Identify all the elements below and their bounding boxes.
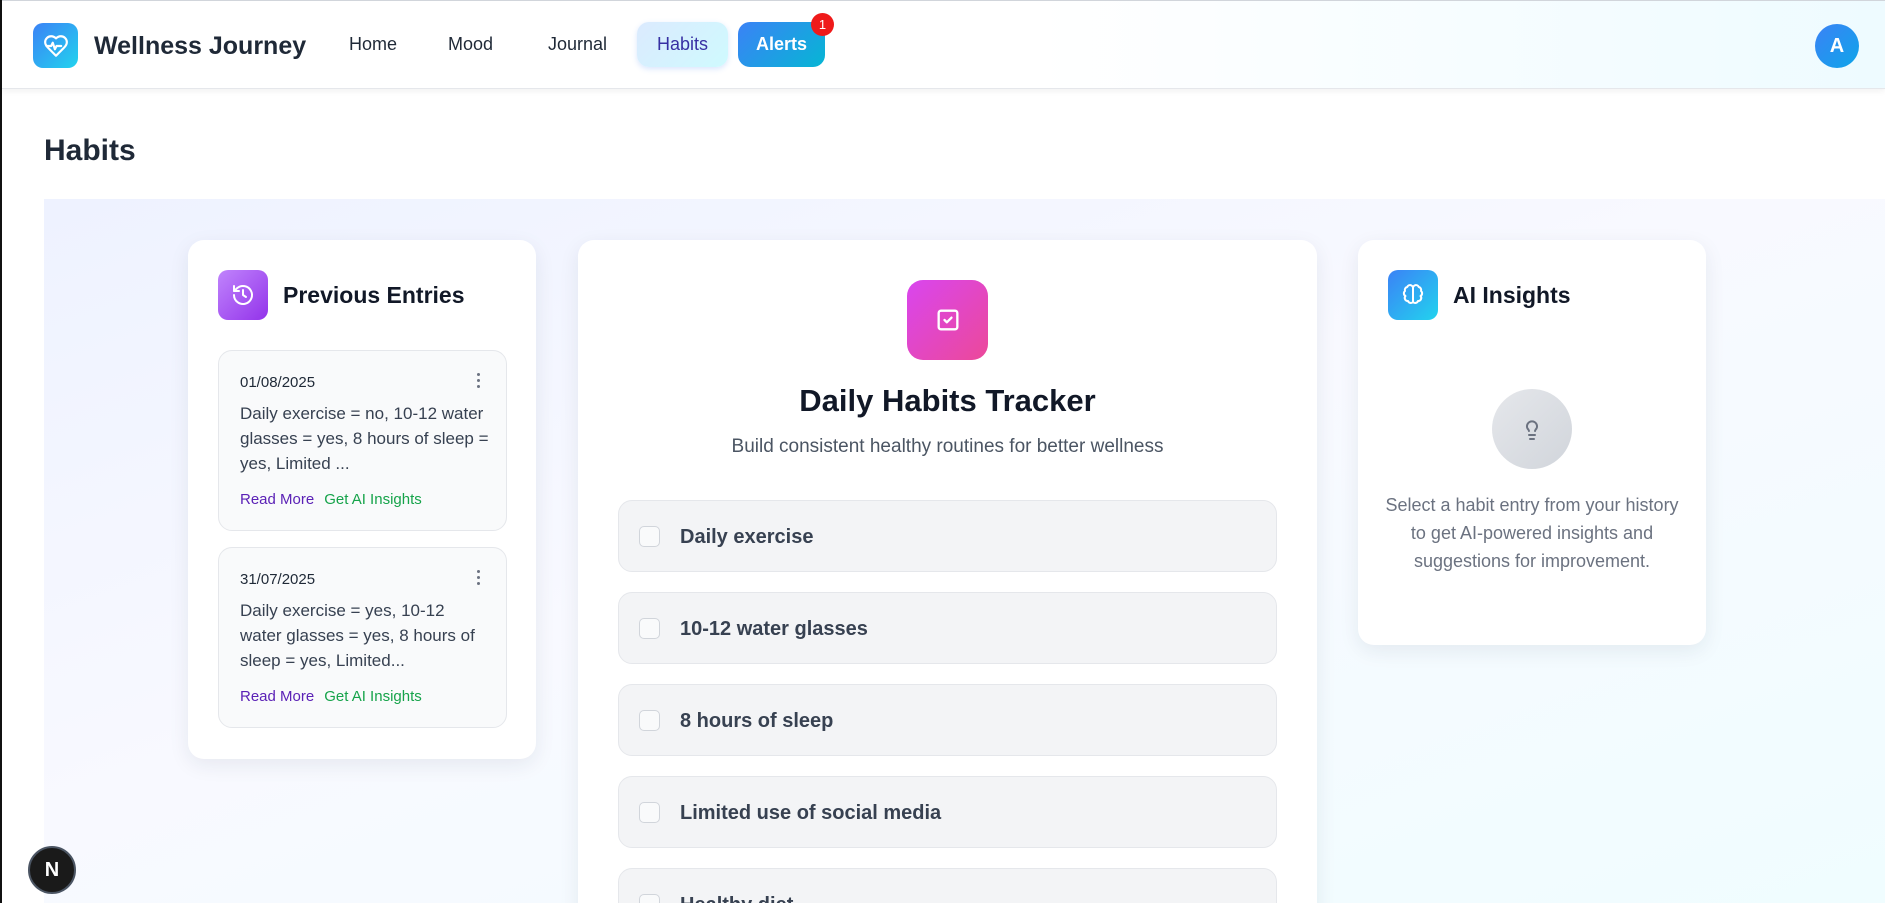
history-entry[interactable]: 31/07/2025 Daily exercise = yes, 10-12 w… [218, 547, 507, 728]
brand-name[interactable]: Wellness Journey [94, 32, 306, 61]
dev-tools-badge[interactable]: N [28, 846, 76, 894]
check-square-icon [907, 280, 988, 360]
ai-insights-title: AI Insights [1453, 282, 1571, 308]
habit-checkbox[interactable] [639, 526, 660, 547]
user-avatar[interactable]: A [1815, 24, 1859, 68]
habit-label: Healthy diet [680, 894, 793, 903]
entry-date: 01/08/2025 [240, 374, 316, 391]
habit-checkbox[interactable] [639, 710, 660, 731]
habit-checkbox[interactable] [639, 802, 660, 823]
habit-item-water-glasses[interactable]: 10-12 water glasses [618, 592, 1277, 664]
habit-checkbox[interactable] [639, 618, 660, 639]
read-more-link[interactable]: Read More [240, 491, 314, 508]
brain-icon [1388, 270, 1438, 320]
previous-entries-card: Previous Entries 01/08/2025 Daily exerci… [188, 240, 536, 759]
history-icon [218, 270, 268, 320]
history-entry[interactable]: 01/08/2025 Daily exercise = no, 10-12 wa… [218, 350, 507, 531]
get-ai-insights-link[interactable]: Get AI Insights [324, 491, 422, 508]
ai-insights-card: AI Insights Select a habit entry from yo… [1358, 240, 1706, 645]
nav-journal[interactable]: Journal [528, 22, 627, 67]
previous-entries-title: Previous Entries [283, 282, 465, 308]
habit-item-daily-exercise[interactable]: Daily exercise [618, 500, 1277, 572]
habit-item-sleep[interactable]: 8 hours of sleep [618, 684, 1277, 756]
heart-pulse-icon [43, 34, 68, 57]
habits-tracker-card: Daily Habits Tracker Build consistent he… [578, 240, 1317, 903]
nav-mood[interactable]: Mood [428, 22, 513, 67]
tracker-title: Daily Habits Tracker [799, 383, 1096, 418]
habit-label: 8 hours of sleep [680, 710, 834, 732]
nav-habits[interactable]: Habits [637, 22, 728, 67]
lightbulb-icon [1492, 389, 1572, 469]
habit-label: Limited use of social media [680, 802, 942, 824]
insights-empty-message: Select a habit entry from your history t… [1385, 495, 1679, 571]
alerts-count-badge: 1 [811, 13, 834, 36]
entry-summary: Daily exercise = yes, 10-12 water glasse… [240, 601, 475, 670]
entry-summary: Daily exercise = no, 10-12 water glasses… [240, 404, 489, 473]
habit-checkbox[interactable] [639, 894, 660, 903]
habit-item-social-media[interactable]: Limited use of social media [618, 776, 1277, 848]
nav-home[interactable]: Home [329, 22, 417, 67]
habit-label: Daily exercise [680, 526, 814, 548]
more-vertical-icon[interactable] [471, 566, 485, 588]
read-more-link[interactable]: Read More [240, 688, 314, 705]
top-navbar: Wellness Journey Home Mood Journal Habit… [2, 0, 1885, 89]
entry-date: 31/07/2025 [240, 571, 316, 588]
habit-label: 10-12 water glasses [680, 618, 868, 640]
page-title: Habits [44, 134, 136, 167]
tracker-subtitle: Build consistent healthy routines for be… [731, 436, 1164, 457]
brand-logo[interactable] [33, 23, 78, 68]
more-vertical-icon[interactable] [471, 369, 485, 391]
get-ai-insights-link[interactable]: Get AI Insights [324, 688, 422, 705]
habit-item-healthy-diet[interactable]: Healthy diet [618, 868, 1277, 903]
